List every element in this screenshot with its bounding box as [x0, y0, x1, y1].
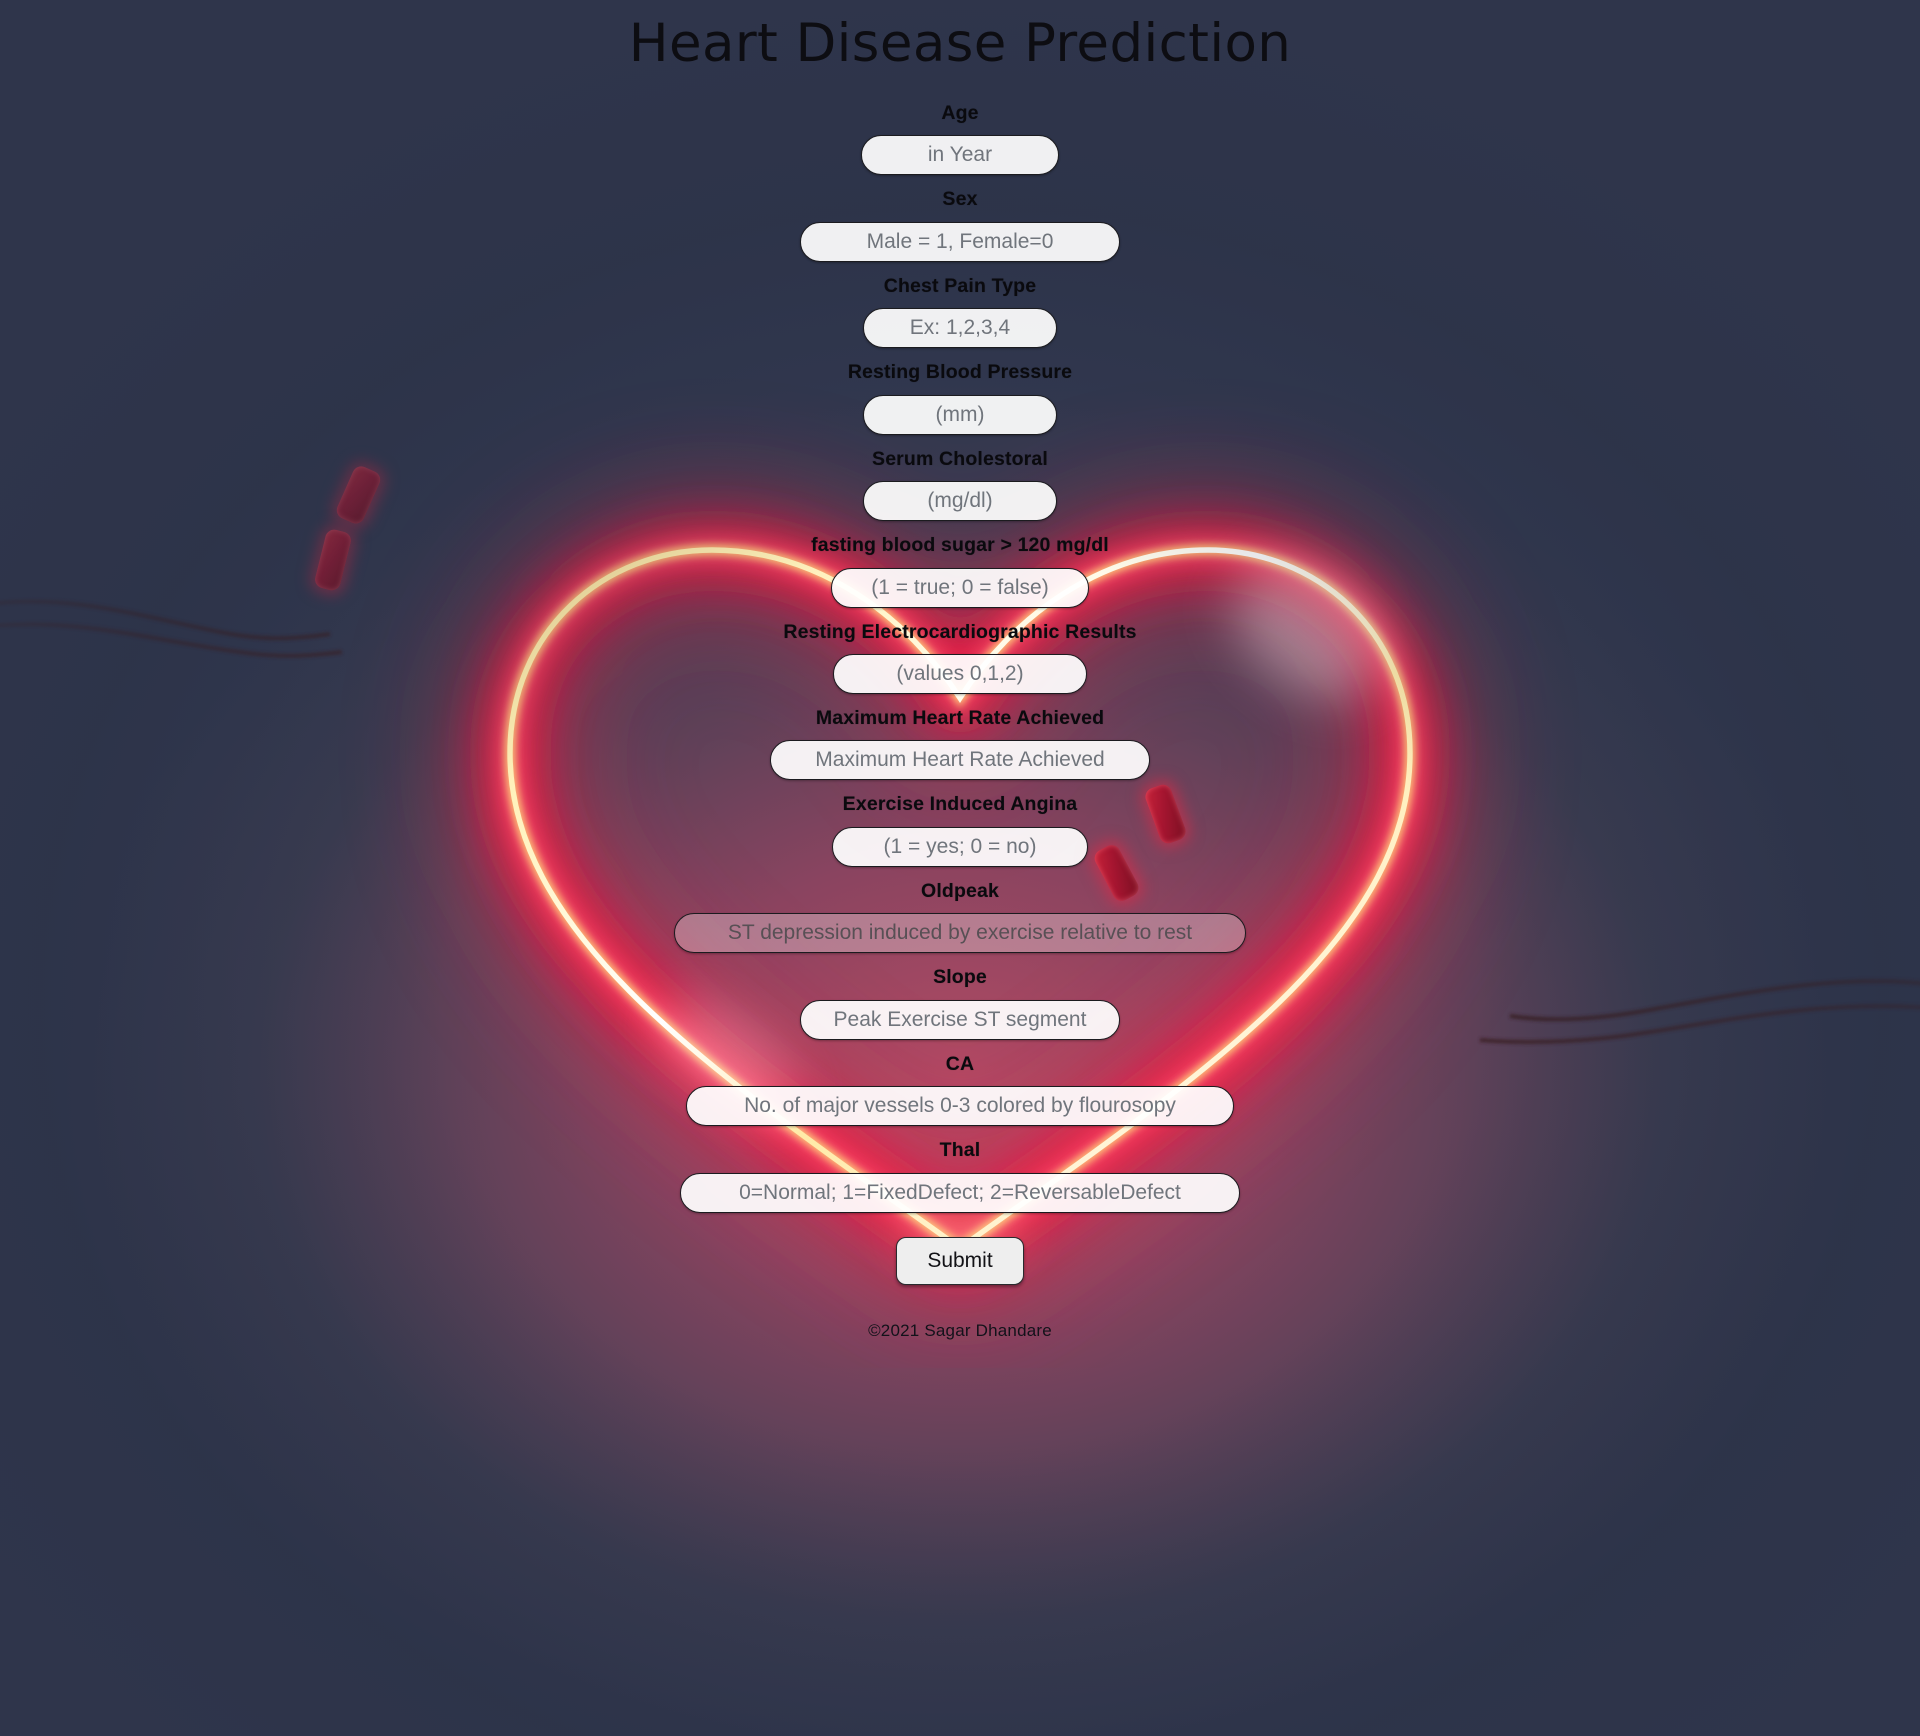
input-ca[interactable] — [686, 1086, 1234, 1127]
label-sex: Sex — [942, 188, 978, 211]
form-field-exercise-induced-angina: Exercise Induced Angina — [0, 780, 1920, 867]
input-exercise-induced-angina[interactable] — [832, 826, 1088, 867]
form-field-serum-cholestoral: Serum Cholestoral — [0, 435, 1920, 522]
form-field-maximum-heart-rate-achieved: Maximum Heart Rate Achieved — [0, 694, 1920, 781]
form-field-chest-pain-type: Chest Pain Type — [0, 262, 1920, 349]
label-resting-electrocardiographic-results: Resting Electrocardiographic Results — [783, 620, 1137, 643]
prediction-page: Heart Disease Prediction Age Sex Chest Pai… — [0, 0, 1920, 1736]
form-field-sex: Sex — [0, 175, 1920, 262]
form-field-age: Age — [0, 89, 1920, 176]
input-fasting-blood-sugar[interactable] — [831, 567, 1089, 608]
submit-button[interactable]: Submit — [896, 1236, 1024, 1285]
form-field-thal: Thal — [0, 1126, 1920, 1213]
input-age[interactable] — [861, 135, 1059, 176]
label-ca: CA — [945, 1052, 975, 1075]
label-chest-pain-type: Chest Pain Type — [883, 274, 1037, 297]
label-maximum-heart-rate-achieved: Maximum Heart Rate Achieved — [815, 707, 1105, 729]
label-exercise-induced-angina: Exercise Induced Angina — [842, 793, 1078, 816]
label-serum-cholestoral: Serum Cholestoral — [872, 447, 1048, 470]
input-resting-blood-pressure[interactable] — [863, 394, 1057, 435]
input-chest-pain-type[interactable] — [863, 308, 1057, 349]
footer-copyright: ©2021 Sagar Dhandare — [868, 1320, 1052, 1340]
input-slope[interactable] — [800, 999, 1120, 1040]
heart-disease-prediction-form: Age Sex Chest Pain Type Resting Blood Press… — [0, 89, 1920, 1285]
input-thal[interactable] — [680, 1172, 1240, 1213]
label-fasting-blood-sugar: fasting blood sugar > 120 mg/dl — [811, 534, 1109, 557]
form-fields-container: Age Sex Chest Pain Type Resting Blood Press… — [0, 89, 1920, 1213]
label-resting-blood-pressure: Resting Blood Pressure — [847, 361, 1073, 384]
form-field-ca: CA — [0, 1040, 1920, 1127]
label-oldpeak: Oldpeak — [921, 879, 999, 902]
input-maximum-heart-rate-achieved[interactable] — [770, 740, 1150, 781]
label-thal: Thal — [939, 1139, 981, 1162]
form-field-resting-electrocardiographic-results: Resting Electrocardiographic Results — [0, 608, 1920, 694]
input-oldpeak[interactable] — [674, 913, 1246, 954]
form-field-slope: Slope — [0, 953, 1920, 1040]
form-field-fasting-blood-sugar: fasting blood sugar > 120 mg/dl — [0, 521, 1920, 608]
input-serum-cholestoral[interactable] — [863, 481, 1057, 522]
form-field-oldpeak: Oldpeak — [0, 867, 1920, 954]
page-title: Heart Disease Prediction — [628, 13, 1292, 74]
input-sex[interactable] — [800, 221, 1120, 262]
form-field-resting-blood-pressure: Resting Blood Pressure — [0, 348, 1920, 435]
input-resting-electrocardiographic-results[interactable] — [833, 654, 1087, 694]
label-age: Age — [941, 101, 979, 124]
label-slope: Slope — [933, 966, 987, 989]
